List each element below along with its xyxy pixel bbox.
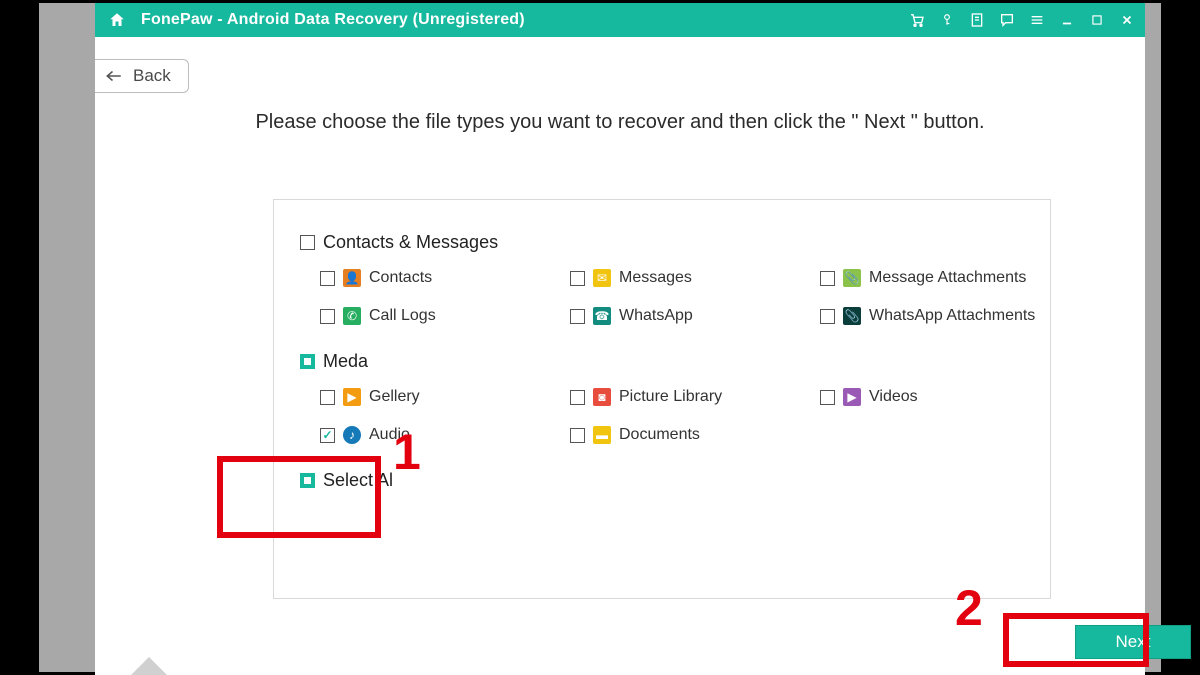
contacts-messages-items: 👤 Contacts ✉ Messages 📎 Message Attachme…	[298, 269, 1026, 325]
item-whatsapp-attachments[interactable]: 📎 WhatsApp Attachments	[820, 307, 1070, 325]
titlebar: FonePaw - Android Data Recovery (Unregis…	[95, 3, 1145, 37]
close-icon[interactable]	[1117, 10, 1137, 30]
checkbox[interactable]	[570, 428, 585, 443]
maximize-icon[interactable]	[1087, 10, 1107, 30]
contacts-icon: 👤	[343, 269, 361, 287]
outer-letterbox: FonePaw - Android Data Recovery (Unregis…	[36, 0, 1164, 675]
instruction-text: Please choose the file types you want to…	[95, 111, 1145, 134]
item-label: Contacts	[369, 269, 432, 287]
feedback-icon[interactable]	[997, 10, 1017, 30]
checkbox[interactable]	[820, 390, 835, 405]
checkbox[interactable]	[320, 390, 335, 405]
next-label: Next	[1116, 632, 1151, 652]
back-label: Back	[133, 66, 171, 86]
back-button[interactable]: Back	[95, 59, 189, 93]
app-window: FonePaw - Android Data Recovery (Unregis…	[95, 3, 1145, 675]
item-call-logs[interactable]: ✆ Call Logs	[320, 307, 570, 325]
checkbox[interactable]	[820, 309, 835, 324]
item-message-attachments[interactable]: 📎 Message Attachments	[820, 269, 1070, 287]
minimize-icon[interactable]	[1057, 10, 1077, 30]
item-label: Call Logs	[369, 307, 436, 325]
item-label: WhatsApp	[619, 307, 693, 325]
audio-icon: ♪	[343, 426, 361, 444]
annotation-number-1: 1	[393, 423, 421, 481]
item-audio[interactable]: ♪ Audio	[320, 426, 570, 444]
checkbox[interactable]	[320, 271, 335, 286]
bottom-tab-arrow-icon	[131, 657, 167, 675]
item-contacts[interactable]: 👤 Contacts	[320, 269, 570, 287]
videos-icon: ▶	[843, 388, 861, 406]
annotation-number-2: 2	[955, 579, 983, 637]
messages-icon: ✉	[593, 269, 611, 287]
item-messages[interactable]: ✉ Messages	[570, 269, 820, 287]
group-title: Meda	[323, 351, 368, 372]
checkbox-select-all[interactable]	[300, 473, 315, 488]
titlebar-actions	[907, 10, 1137, 30]
cart-icon[interactable]	[907, 10, 927, 30]
checkbox[interactable]	[570, 309, 585, 324]
item-label: Documents	[619, 426, 700, 444]
item-label: Messages	[619, 269, 692, 287]
register-icon[interactable]	[967, 10, 987, 30]
whatsapp-attachments-icon: 📎	[843, 307, 861, 325]
group-title: Select Al	[323, 470, 393, 491]
gallery-icon: ▶	[343, 388, 361, 406]
key-icon[interactable]	[937, 10, 957, 30]
file-type-panel: Contacts & Messages 👤 Contacts ✉ Message…	[273, 199, 1051, 599]
item-whatsapp[interactable]: ☎ WhatsApp	[570, 307, 820, 325]
checkbox-media[interactable]	[300, 354, 315, 369]
item-label: Videos	[869, 388, 918, 406]
item-picture-library[interactable]: ◙ Picture Library	[570, 388, 820, 406]
home-icon[interactable]	[103, 11, 131, 29]
call-logs-icon: ✆	[343, 307, 361, 325]
menu-icon[interactable]	[1027, 10, 1047, 30]
item-gallery[interactable]: ▶ Gellery	[320, 388, 570, 406]
checkbox[interactable]	[570, 390, 585, 405]
item-videos[interactable]: ▶ Videos	[820, 388, 1070, 406]
next-button[interactable]: Next	[1075, 625, 1191, 659]
item-label: WhatsApp Attachments	[869, 307, 1035, 325]
item-label: Gellery	[369, 388, 420, 406]
documents-icon: ▬	[593, 426, 611, 444]
item-documents[interactable]: ▬ Documents	[570, 426, 820, 444]
checkbox[interactable]	[570, 271, 585, 286]
item-label: Picture Library	[619, 388, 722, 406]
group-contacts-messages[interactable]: Contacts & Messages	[298, 232, 1026, 253]
arrow-left-icon	[105, 70, 123, 82]
picture-library-icon: ◙	[593, 388, 611, 406]
group-media[interactable]: Meda	[298, 351, 1026, 372]
checkbox-contacts-messages[interactable]	[300, 235, 315, 250]
checkbox[interactable]	[320, 428, 335, 443]
window-title: FonePaw - Android Data Recovery (Unregis…	[131, 11, 907, 29]
item-label: Message Attachments	[869, 269, 1026, 287]
whatsapp-icon: ☎	[593, 307, 611, 325]
group-title: Contacts & Messages	[323, 232, 498, 253]
message-attachments-icon: 📎	[843, 269, 861, 287]
checkbox[interactable]	[820, 271, 835, 286]
checkbox[interactable]	[320, 309, 335, 324]
